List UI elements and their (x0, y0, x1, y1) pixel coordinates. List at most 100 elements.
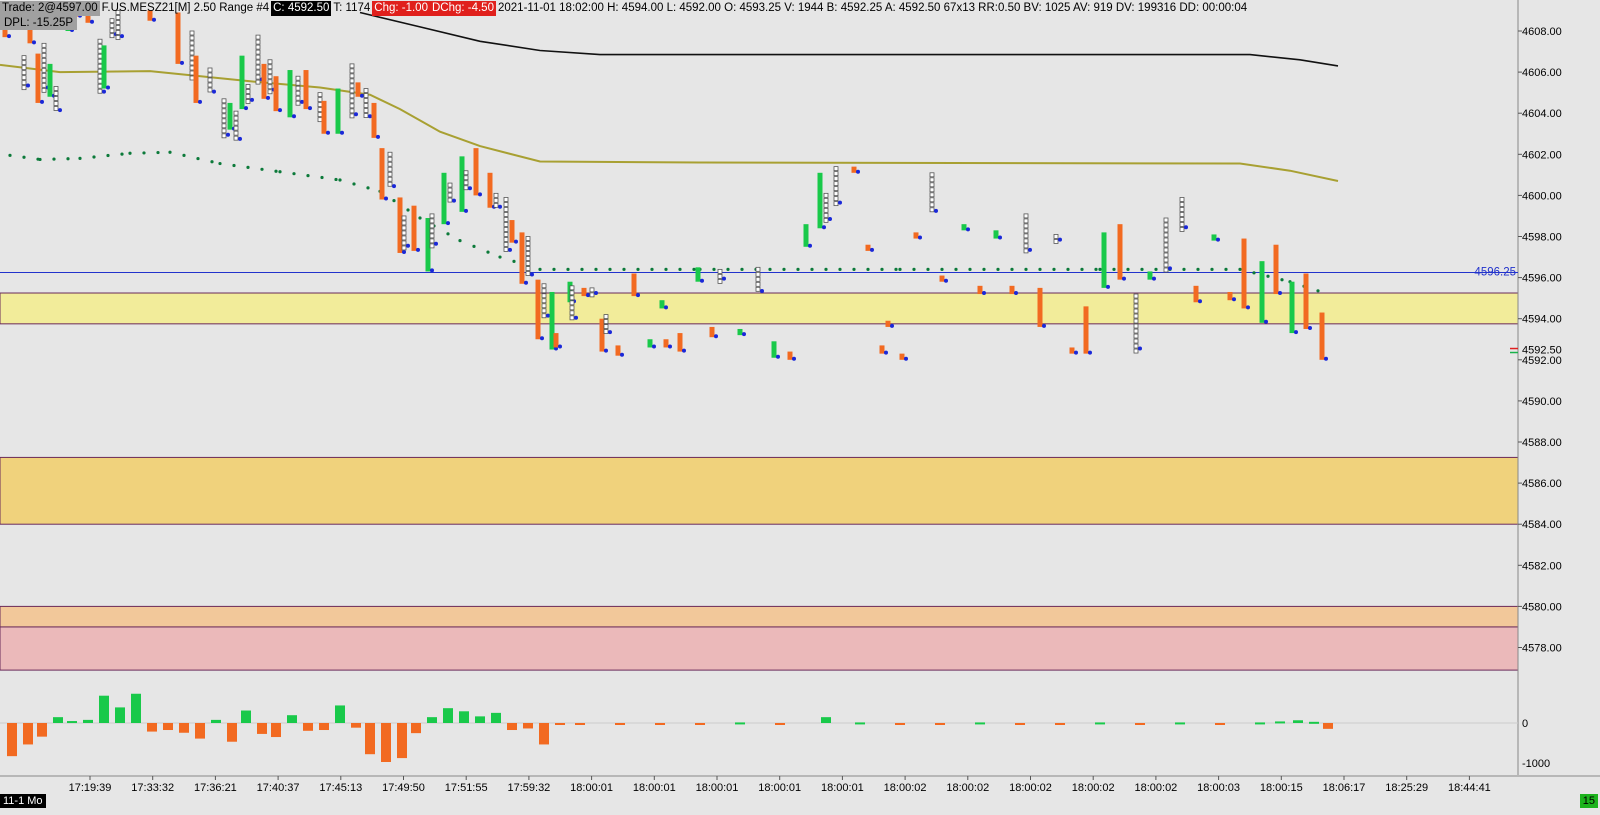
footprint-bar[interactable] (913, 232, 919, 239)
time-tick-label: 18:00:01 (821, 782, 864, 794)
footprint-cell (221, 113, 227, 119)
footprint-cell (295, 100, 301, 106)
footprint-bar[interactable] (175, 12, 181, 64)
footprint-bar[interactable] (993, 230, 999, 239)
trail-dot (320, 175, 324, 180)
footprint-bar[interactable] (647, 339, 653, 348)
footprint-bar[interactable] (977, 285, 983, 295)
footprint-bar[interactable] (273, 76, 279, 112)
footprint-bar[interactable] (803, 224, 809, 247)
close-dot (406, 243, 410, 248)
footprint-bar[interactable] (553, 333, 559, 348)
footprint-bar[interactable] (1193, 285, 1199, 303)
trail-dot (726, 267, 730, 271)
footprint-bar[interactable] (1037, 287, 1043, 327)
footprint-bar[interactable] (287, 70, 293, 118)
footprint-cell (1133, 343, 1139, 349)
footprint-cell (207, 67, 213, 73)
footprint-bar[interactable] (615, 345, 621, 356)
footprint-bar[interactable] (663, 339, 669, 348)
footprint-cell (189, 75, 195, 81)
footprint-bar[interactable] (239, 55, 245, 110)
footprint-cell (1053, 239, 1059, 244)
footprint-bar[interactable] (1101, 232, 1107, 288)
footprint-bar[interactable] (865, 244, 871, 251)
footprint-bar[interactable] (787, 351, 793, 360)
footprint-bar[interactable] (227, 102, 233, 130)
footprint-cell (929, 207, 935, 213)
footprint-bar[interactable] (1083, 306, 1089, 354)
footprint-bar[interactable] (193, 55, 199, 103)
footprint-bar[interactable] (1241, 238, 1247, 309)
footprint-bar[interactable] (509, 220, 515, 243)
footprint-bar[interactable] (677, 333, 683, 352)
footprint-bar[interactable] (1319, 312, 1325, 360)
close-dot (1106, 284, 1110, 289)
footprint-bar[interactable] (885, 320, 891, 327)
footprint-bar[interactable] (709, 326, 715, 338)
footprint-bar[interactable] (737, 328, 743, 336)
footprint-bar[interactable] (35, 53, 41, 103)
footprint-bar[interactable] (1227, 291, 1233, 301)
footprint-bar[interactable] (1009, 285, 1015, 295)
close-dot (1294, 330, 1298, 335)
footprint-bar[interactable] (535, 279, 541, 340)
footprint-bar[interactable] (631, 273, 637, 297)
footprint-bar[interactable] (1211, 234, 1217, 241)
footprint-cell (21, 75, 27, 81)
footprint-bar[interactable] (47, 63, 53, 97)
chart-window[interactable]: 4608.00 4606.00 4604.00 4602.00 4600.00 4598.… (0, 0, 1600, 810)
footprint-bar[interactable] (939, 275, 945, 282)
footprint-bar[interactable] (101, 45, 107, 89)
footprint-bar[interactable] (817, 172, 823, 229)
footprint-bar[interactable] (771, 341, 777, 358)
trail-dot (498, 255, 502, 259)
footprint-bar[interactable] (1289, 281, 1295, 334)
trail-dot (940, 267, 944, 271)
footprint-bar[interactable] (519, 232, 525, 284)
footprint-cell (1133, 323, 1139, 329)
footprint-bar[interactable] (487, 172, 493, 208)
footprint-bar[interactable] (1273, 244, 1279, 295)
footprint-bar[interactable] (1147, 271, 1153, 280)
footprint-bar[interactable] (473, 148, 479, 196)
footprint-bar[interactable] (879, 345, 885, 354)
footprint-bar[interactable] (355, 82, 361, 97)
trail-dot (1182, 267, 1186, 271)
footprint-cell (401, 225, 407, 231)
close-dot (966, 227, 970, 232)
footprint-cell (541, 293, 547, 299)
footprint-bar[interactable] (379, 148, 385, 200)
footprint-bar[interactable] (1117, 224, 1123, 280)
footprint-bar[interactable] (261, 63, 267, 99)
footprint-bar[interactable] (411, 205, 417, 251)
footprint-bar[interactable] (695, 267, 701, 282)
footprint-cell (463, 185, 469, 191)
trail-dot (1112, 267, 1116, 271)
close-dot (998, 235, 1002, 240)
delta-bar (935, 723, 945, 725)
footprint-cell (463, 180, 469, 186)
close-dot (1324, 356, 1328, 361)
footprint-bar[interactable] (1259, 261, 1265, 323)
footprint-bar[interactable] (581, 287, 587, 297)
footprint-cell (41, 72, 47, 78)
footprint-bar[interactable] (371, 102, 377, 138)
footprint-bar[interactable] (441, 172, 447, 225)
close-dot (468, 186, 472, 191)
close-dot (180, 60, 184, 65)
footprint-bar[interactable] (1069, 347, 1075, 354)
footprint-bar[interactable] (961, 224, 967, 231)
price-chart[interactable]: 4608.00 4606.00 4604.00 4602.00 4600.00 4598.… (0, 0, 1600, 810)
close-dot (918, 235, 922, 240)
footprint-cell (541, 313, 547, 319)
footprint-bar[interactable] (899, 353, 905, 360)
footprint-bar[interactable] (659, 300, 665, 309)
footprint-bar[interactable] (303, 70, 309, 110)
footprint-bar[interactable] (1303, 273, 1309, 329)
footprint-bar[interactable] (321, 100, 327, 134)
footprint-bar[interactable] (851, 166, 857, 173)
close-dot (498, 204, 502, 209)
footprint-cell (1163, 267, 1169, 273)
footprint-bar[interactable] (335, 88, 341, 134)
